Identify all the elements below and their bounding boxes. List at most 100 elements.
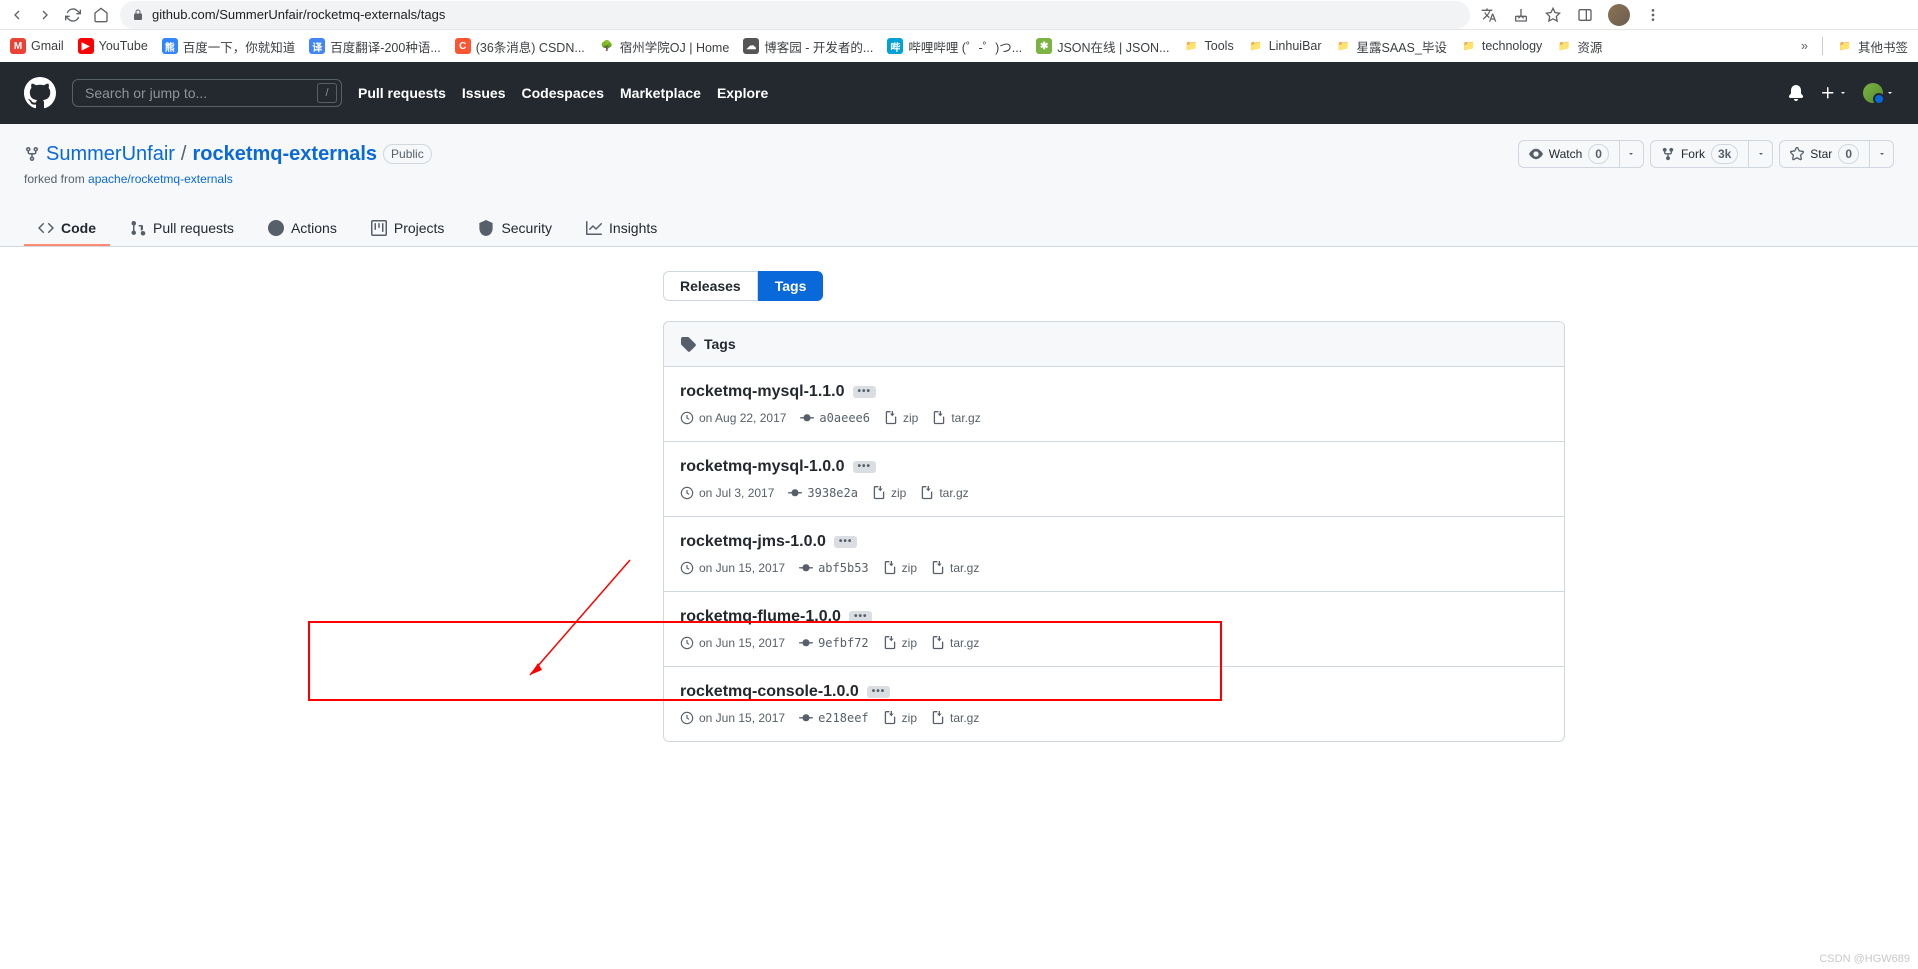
- user-menu[interactable]: [1863, 83, 1894, 103]
- tags-tab[interactable]: Tags: [758, 271, 824, 301]
- tag-name-link[interactable]: rocketmq-mysql-1.0.0: [680, 458, 845, 476]
- zip-download-link[interactable]: zip: [872, 486, 906, 500]
- tab-pull-requests[interactable]: Pull requests: [116, 212, 248, 246]
- releases-tab[interactable]: Releases: [663, 271, 758, 301]
- nav-pull-requests[interactable]: Pull requests: [358, 85, 446, 101]
- bookmark-item[interactable]: 📁星露SAAS_毕设: [1336, 37, 1447, 56]
- tag-date[interactable]: on Jun 15, 2017: [680, 711, 785, 725]
- targz-download-link[interactable]: tar.gz: [931, 636, 979, 650]
- star-dropdown[interactable]: [1870, 140, 1894, 168]
- tab-insights[interactable]: Insights: [572, 212, 671, 246]
- nav-codespaces[interactable]: Codespaces: [522, 85, 604, 101]
- bookmark-item[interactable]: 📁Tools: [1184, 38, 1234, 54]
- targz-download-link[interactable]: tar.gz: [931, 561, 979, 575]
- more-bookmarks[interactable]: »: [1801, 39, 1808, 53]
- panel-icon[interactable]: [1576, 6, 1594, 24]
- tag-date[interactable]: on Aug 22, 2017: [680, 411, 786, 425]
- bookmark-item[interactable]: ▶YouTube: [78, 38, 148, 54]
- ellipsis-button[interactable]: •••: [867, 686, 891, 698]
- share-icon[interactable]: [1512, 6, 1530, 24]
- forked-from: forked from apache/rocketmq-externals: [24, 168, 1894, 198]
- fork-button[interactable]: Fork 3k: [1650, 140, 1749, 168]
- profile-avatar[interactable]: [1608, 4, 1630, 26]
- visibility-badge: Public: [383, 144, 432, 164]
- github-logo-icon[interactable]: [24, 77, 56, 109]
- tag-row: rocketmq-mysql-1.1.0••• on Aug 22, 2017 …: [664, 367, 1564, 442]
- ellipsis-button[interactable]: •••: [834, 536, 858, 548]
- targz-download-link[interactable]: tar.gz: [931, 711, 979, 725]
- nav-marketplace[interactable]: Marketplace: [620, 85, 701, 101]
- global-nav: Pull requests Issues Codespaces Marketplace…: [358, 85, 768, 101]
- tab-projects[interactable]: Projects: [357, 212, 459, 246]
- tag-name-link[interactable]: rocketmq-jms-1.0.0: [680, 533, 826, 551]
- tag-commit-link[interactable]: e218eef: [799, 711, 869, 725]
- tag-commit-link[interactable]: 9efbf72: [799, 636, 869, 650]
- zip-download-link[interactable]: zip: [883, 636, 917, 650]
- forward-icon[interactable]: [36, 6, 54, 24]
- watch-button[interactable]: Watch 0: [1518, 140, 1620, 168]
- translate-icon[interactable]: [1480, 6, 1498, 24]
- nav-explore[interactable]: Explore: [717, 85, 768, 101]
- tag-date[interactable]: on Jul 3, 2017: [680, 486, 774, 500]
- zip-download-link[interactable]: zip: [884, 411, 918, 425]
- watermark: CSDN @HGW689: [1819, 953, 1910, 965]
- zip-icon: [883, 636, 897, 650]
- repo-owner-link[interactable]: SummerUnfair: [46, 143, 175, 166]
- bookmark-item[interactable]: 📁LinhuiBar: [1248, 38, 1322, 54]
- releases-tags-toggle: Releases Tags: [663, 271, 1551, 301]
- bookmark-item[interactable]: ✱JSON在线 | JSON...: [1036, 37, 1169, 56]
- forked-from-link[interactable]: apache/rocketmq-externals: [88, 172, 233, 186]
- ellipsis-button[interactable]: •••: [853, 386, 877, 398]
- tags-box: Tags rocketmq-mysql-1.1.0••• on Aug 22, …: [663, 321, 1565, 742]
- zip-download-link[interactable]: zip: [883, 711, 917, 725]
- tag-commit-link[interactable]: a0aeee6: [800, 411, 870, 425]
- tag-date[interactable]: on Jun 15, 2017: [680, 561, 785, 575]
- targz-download-link[interactable]: tar.gz: [932, 411, 980, 425]
- tag-date[interactable]: on Jun 15, 2017: [680, 636, 785, 650]
- nav-issues[interactable]: Issues: [462, 85, 506, 101]
- clock-icon: [680, 636, 694, 650]
- tag-commit-link[interactable]: 3938e2a: [788, 486, 858, 500]
- url-text: github.com/SummerUnfair/rocketmq-externa…: [152, 7, 445, 22]
- bookmark-item[interactable]: ☁博客园 - 开发者的...: [743, 37, 873, 56]
- tag-row: rocketmq-flume-1.0.0••• on Jun 15, 2017 …: [664, 592, 1564, 667]
- search-input[interactable]: Search or jump to... /: [72, 79, 342, 107]
- zip-icon: [884, 411, 898, 425]
- ellipsis-button[interactable]: •••: [853, 461, 877, 473]
- menu-icon[interactable]: [1644, 6, 1662, 24]
- bookmark-item[interactable]: 哔哔哩哔哩 (゜-゜)つ...: [887, 37, 1022, 56]
- bookmark-item[interactable]: MGmail: [10, 38, 64, 54]
- tag-commit-link[interactable]: abf5b53: [799, 561, 869, 575]
- reload-icon[interactable]: [64, 6, 82, 24]
- watch-button-group: Watch 0: [1518, 140, 1644, 168]
- bookmark-item[interactable]: 译百度翻译-200种语...: [309, 37, 440, 56]
- back-icon[interactable]: [8, 6, 26, 24]
- bookmark-icon: 🌳: [599, 38, 615, 54]
- bookmark-item[interactable]: 📁technology: [1461, 38, 1542, 54]
- repo-name-link[interactable]: rocketmq-externals: [192, 143, 377, 166]
- star-button[interactable]: Star 0: [1779, 140, 1870, 168]
- tab-security[interactable]: Security: [464, 212, 566, 246]
- bookmark-item[interactable]: C(36条消息) CSDN...: [455, 37, 585, 56]
- tag-name-link[interactable]: rocketmq-flume-1.0.0: [680, 608, 841, 626]
- add-dropdown[interactable]: [1820, 85, 1847, 101]
- other-bookmarks[interactable]: 📁其他书签: [1837, 37, 1908, 56]
- bookmark-item[interactable]: 📁资源: [1556, 37, 1602, 56]
- url-bar[interactable]: github.com/SummerUnfair/rocketmq-externa…: [120, 1, 1470, 29]
- tag-name-link[interactable]: rocketmq-mysql-1.1.0: [680, 383, 845, 401]
- tab-actions[interactable]: Actions: [254, 212, 351, 246]
- clock-icon: [680, 711, 694, 725]
- bookmark-item[interactable]: 🌳宿州学院OJ | Home: [599, 37, 730, 56]
- watch-dropdown[interactable]: [1620, 140, 1644, 168]
- ellipsis-button[interactable]: •••: [849, 611, 873, 623]
- tag-name-link[interactable]: rocketmq-console-1.0.0: [680, 683, 859, 701]
- targz-download-link[interactable]: tar.gz: [920, 486, 968, 500]
- bell-icon[interactable]: [1788, 85, 1804, 101]
- fork-dropdown[interactable]: [1749, 140, 1773, 168]
- star-icon[interactable]: [1544, 6, 1562, 24]
- zip-download-link[interactable]: zip: [883, 561, 917, 575]
- tab-code[interactable]: Code: [24, 212, 110, 246]
- home-icon[interactable]: [92, 6, 110, 24]
- zip-icon: [883, 561, 897, 575]
- bookmark-item[interactable]: 熊百度一下，你就知道: [162, 37, 296, 56]
